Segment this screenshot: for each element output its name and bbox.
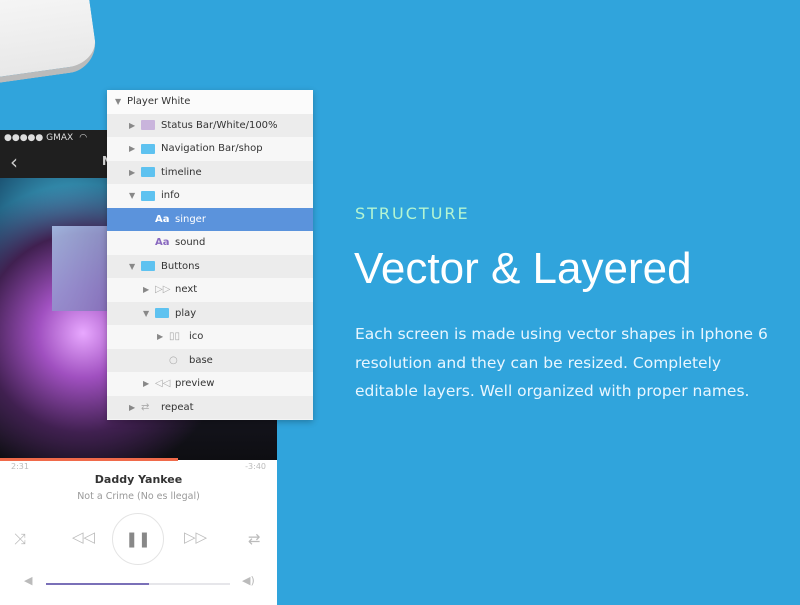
disclosure-icon[interactable]: ▶ xyxy=(143,379,155,388)
headline: Vector & Layered xyxy=(354,244,692,293)
volume-high-icon: ◀) xyxy=(242,574,255,587)
volume-low-icon: ◀ xyxy=(24,574,33,587)
layer-label: base xyxy=(189,354,213,366)
layer-ico[interactable]: ▶ ▯▯ ico xyxy=(107,325,313,349)
folder-icon xyxy=(141,261,155,272)
disclosure-icon[interactable]: ▼ xyxy=(129,191,141,200)
layer-singer[interactable]: Aa singer xyxy=(107,207,313,231)
device-corner xyxy=(0,0,100,90)
pause-symbol-icon: ▯▯ xyxy=(169,331,181,343)
layer-base[interactable]: ○ base xyxy=(107,348,313,372)
previous-symbol-icon: ◁◁ xyxy=(155,378,171,390)
text-layer-icon: Aa xyxy=(155,237,170,249)
shuffle-icon[interactable]: ⤨ xyxy=(14,530,26,548)
layer-timeline[interactable]: ▶ timeline xyxy=(107,160,313,184)
disclosure-icon[interactable]: ▼ xyxy=(143,309,155,318)
wifi-icon: ◠ xyxy=(79,133,88,143)
back-icon[interactable]: ‹ xyxy=(10,150,18,174)
layer-label: Navigation Bar/shop xyxy=(161,143,263,155)
text-layer-icon: Aa xyxy=(155,213,170,225)
layer-label: singer xyxy=(175,213,206,225)
disclosure-icon[interactable]: ▶ xyxy=(143,285,155,294)
layer-status-bar-white-100-[interactable]: ▶ Status Bar/White/100% xyxy=(107,113,313,137)
layer-root[interactable]: ▼ Player White xyxy=(107,90,313,114)
disclosure-icon[interactable]: ▶ xyxy=(129,144,141,153)
layer-label: preview xyxy=(175,378,215,390)
folder-icon xyxy=(141,190,155,201)
time-elapsed: 2:31 xyxy=(11,462,29,471)
song-title: Not a Crime (No es llegal) xyxy=(77,491,200,502)
forward-icon[interactable]: ▷▷ xyxy=(184,528,207,546)
disclosure-icon[interactable]: ▶ xyxy=(129,403,141,412)
layers-panel: ▼ Player White ▶ Status Bar/White/100% ▶ Nav… xyxy=(107,90,313,420)
repeat-icon[interactable]: ⇄ xyxy=(248,530,261,548)
layer-label: Player White xyxy=(127,96,191,108)
folder-icon xyxy=(141,167,155,178)
layer-label: repeat xyxy=(161,401,194,413)
layer-label: next xyxy=(175,284,198,296)
carrier: ●●●●● GMAX xyxy=(4,133,74,143)
volume-slider[interactable] xyxy=(46,583,230,585)
layer-label: Buttons xyxy=(161,260,200,272)
folder-icon xyxy=(155,308,169,319)
layer-next[interactable]: ▶ ▷▷ next xyxy=(107,278,313,302)
time-remaining: -3:40 xyxy=(245,462,266,471)
layer-info[interactable]: ▼ info xyxy=(107,184,313,208)
layer-label: ico xyxy=(189,331,204,343)
layer-label: timeline xyxy=(161,166,202,178)
disclosure-icon[interactable]: ▶ xyxy=(129,121,141,130)
eyebrow: STRUCTURE xyxy=(355,204,470,223)
progress-bar[interactable] xyxy=(0,458,178,461)
layer-play[interactable]: ▼ play xyxy=(107,301,313,325)
next-symbol-icon: ▷▷ xyxy=(155,284,171,296)
layer-buttons[interactable]: ▼ Buttons xyxy=(107,254,313,278)
layer-label: info xyxy=(161,190,180,202)
circle-icon: ○ xyxy=(169,354,178,366)
layer-label: play xyxy=(175,307,197,319)
layer-sound[interactable]: Aa sound xyxy=(107,231,313,255)
disclosure-icon[interactable]: ▼ xyxy=(115,97,127,106)
layer-repeat[interactable]: ▶ ⇄ repeat xyxy=(107,395,313,419)
layer-label: sound xyxy=(175,237,206,249)
folder-icon xyxy=(141,120,155,131)
folder-icon xyxy=(141,143,155,154)
repeat-symbol-icon: ⇄ xyxy=(141,401,150,413)
layer-label: Status Bar/White/100% xyxy=(161,119,278,131)
disclosure-icon[interactable]: ▶ xyxy=(129,168,141,177)
description: Each screen is made using vector shapes … xyxy=(355,325,768,400)
layer-navigation-bar-shop[interactable]: ▶ Navigation Bar/shop xyxy=(107,137,313,161)
disclosure-icon[interactable]: ▶ xyxy=(157,332,169,341)
pause-icon: ❚❚ xyxy=(125,530,151,548)
pause-button[interactable]: ❚❚ xyxy=(112,513,164,565)
layer-preview[interactable]: ▶ ◁◁ preview xyxy=(107,372,313,396)
disclosure-icon[interactable]: ▼ xyxy=(129,262,141,271)
rewind-icon[interactable]: ◁◁ xyxy=(72,528,95,546)
singer-name: Daddy Yankee xyxy=(94,473,183,486)
